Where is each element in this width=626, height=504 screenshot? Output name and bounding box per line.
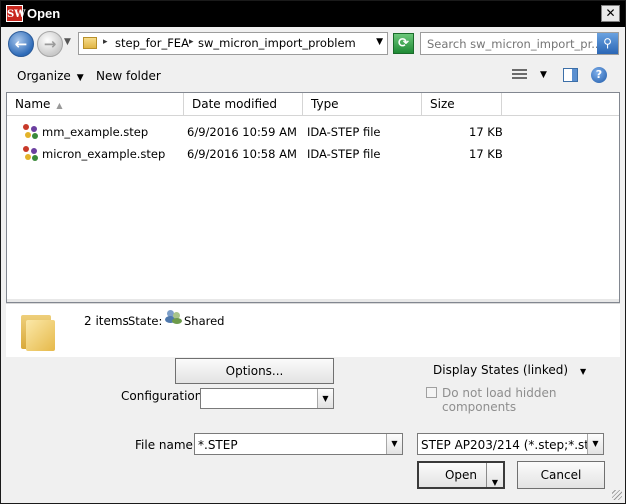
state-label: State: <box>128 314 163 328</box>
item-count: 2 items <box>84 314 129 328</box>
preview-pane-icon[interactable] <box>563 68 578 82</box>
file-size: 17 KB <box>469 147 503 161</box>
file-date-modified: 6/9/2016 10:58 AM <box>187 147 297 161</box>
hidden-components-label: Do not load hidden <box>442 386 557 400</box>
open-button[interactable]: Open ▼ <box>417 461 505 489</box>
step-file-icon <box>23 124 39 140</box>
breadcrumb-sw-micron-import-problem[interactable]: sw_micron_import_problem <box>198 36 356 50</box>
chevron-down-icon[interactable]: ▼ <box>386 434 402 454</box>
file-size: 17 KB <box>469 125 503 139</box>
chevron-down-icon: ▼ <box>580 367 587 376</box>
navigation-bar: ← → ▼ ▸ step_for_FEA ▸ sw_micron_import_… <box>1 27 625 61</box>
file-type-select[interactable]: STEP AP203/214 (*.step;*.stp) ▼ <box>417 433 604 455</box>
chevron-down-icon[interactable]: ▼ <box>317 389 333 408</box>
file-row[interactable]: mm_example.step 6/9/2016 10:59 AM IDA-ST… <box>7 121 619 143</box>
configurations-label: Configurations: <box>121 389 213 403</box>
forward-button[interactable]: → <box>37 31 63 57</box>
details-pane: 2 items State: Shared <box>6 303 620 357</box>
address-bar[interactable]: ▸ step_for_FEA ▸ sw_micron_import_proble… <box>78 32 388 55</box>
open-dialog: SW Open ✕ ← → ▼ ▸ step_for_FEA ▸ sw_micr… <box>0 0 626 504</box>
hidden-components-checkbox[interactable] <box>426 387 437 398</box>
cancel-button[interactable]: Cancel <box>517 461 605 489</box>
address-dropdown-icon[interactable]: ▼ <box>376 37 383 47</box>
state-value: Shared <box>184 314 225 328</box>
column-header-row: Name ▲ Date modified Type Size <box>7 93 619 116</box>
command-bar: Organize ▼ New folder ▼ ? <box>1 61 625 90</box>
chevron-down-icon: ▼ <box>76 73 84 83</box>
search-input[interactable] <box>423 35 601 52</box>
column-name-label: Name <box>15 97 51 111</box>
file-name-combo[interactable]: *.STEP ▼ <box>194 433 403 455</box>
options-button[interactable]: Options... <box>175 358 334 384</box>
organize-menu[interactable]: Organize ▼ <box>17 69 84 83</box>
search-icon[interactable]: ⚲ <box>597 33 618 54</box>
display-states-label: Display States (linked) <box>433 363 569 377</box>
recent-locations-dropdown[interactable]: ▼ <box>64 37 71 47</box>
file-date-modified: 6/9/2016 10:59 AM <box>187 125 297 139</box>
title-bar: SW Open ✕ <box>1 1 625 27</box>
column-header-size[interactable]: Size <box>422 93 502 115</box>
file-row[interactable]: micron_example.step 6/9/2016 10:58 AM ID… <box>7 143 619 165</box>
breadcrumb-step-for-fea[interactable]: step_for_FEA <box>115 36 189 50</box>
close-button[interactable]: ✕ <box>601 5 620 22</box>
hidden-components-label-cont: components <box>442 400 517 414</box>
folder-icon <box>21 311 55 351</box>
shared-users-icon <box>165 309 183 325</box>
window-title: Open <box>27 6 61 21</box>
column-header-date-modified[interactable]: Date modified <box>184 93 303 115</box>
folder-icon <box>83 37 97 49</box>
step-file-icon <box>23 146 39 162</box>
open-options-dropdown-icon[interactable]: ▼ <box>486 463 503 487</box>
sort-ascending-icon: ▲ <box>56 101 63 110</box>
organize-label: Organize <box>17 69 71 83</box>
back-button[interactable]: ← <box>8 31 34 57</box>
file-list: Name ▲ Date modified Type Size mm_example… <box>6 92 620 303</box>
view-options-dropdown-icon[interactable]: ▼ <box>540 70 547 80</box>
open-button-label: Open <box>444 468 478 482</box>
file-name-label: File name: <box>135 438 197 452</box>
file-name-field[interactable]: *.STEP <box>198 438 238 452</box>
resize-grip[interactable] <box>612 490 622 500</box>
help-icon[interactable]: ? <box>591 67 607 83</box>
file-type: IDA-STEP file <box>307 147 381 161</box>
file-name[interactable]: micron_example.step <box>42 147 165 161</box>
chevron-down-icon[interactable]: ▼ <box>587 434 603 454</box>
configurations-select[interactable]: ▼ <box>200 388 334 409</box>
change-view-icon[interactable] <box>512 69 527 82</box>
solidworks-app-icon: SW <box>6 5 25 22</box>
search-box[interactable]: ⚲ <box>420 32 619 55</box>
column-header-name[interactable]: Name ▲ <box>7 93 184 115</box>
new-folder-button[interactable]: New folder <box>96 69 161 83</box>
display-states-dropdown[interactable]: Display States (linked) ▼ <box>433 363 586 377</box>
file-type: IDA-STEP file <box>307 125 381 139</box>
column-header-type[interactable]: Type <box>303 93 422 115</box>
file-type-value: STEP AP203/214 (*.step;*.stp) <box>421 438 602 452</box>
refresh-button[interactable]: ⟳ <box>393 33 414 54</box>
list-scroll-track <box>7 299 619 302</box>
file-name[interactable]: mm_example.step <box>42 125 148 139</box>
breadcrumb-separator-icon[interactable]: ▸ <box>189 37 194 47</box>
breadcrumb-separator-icon[interactable]: ▸ <box>103 37 108 47</box>
